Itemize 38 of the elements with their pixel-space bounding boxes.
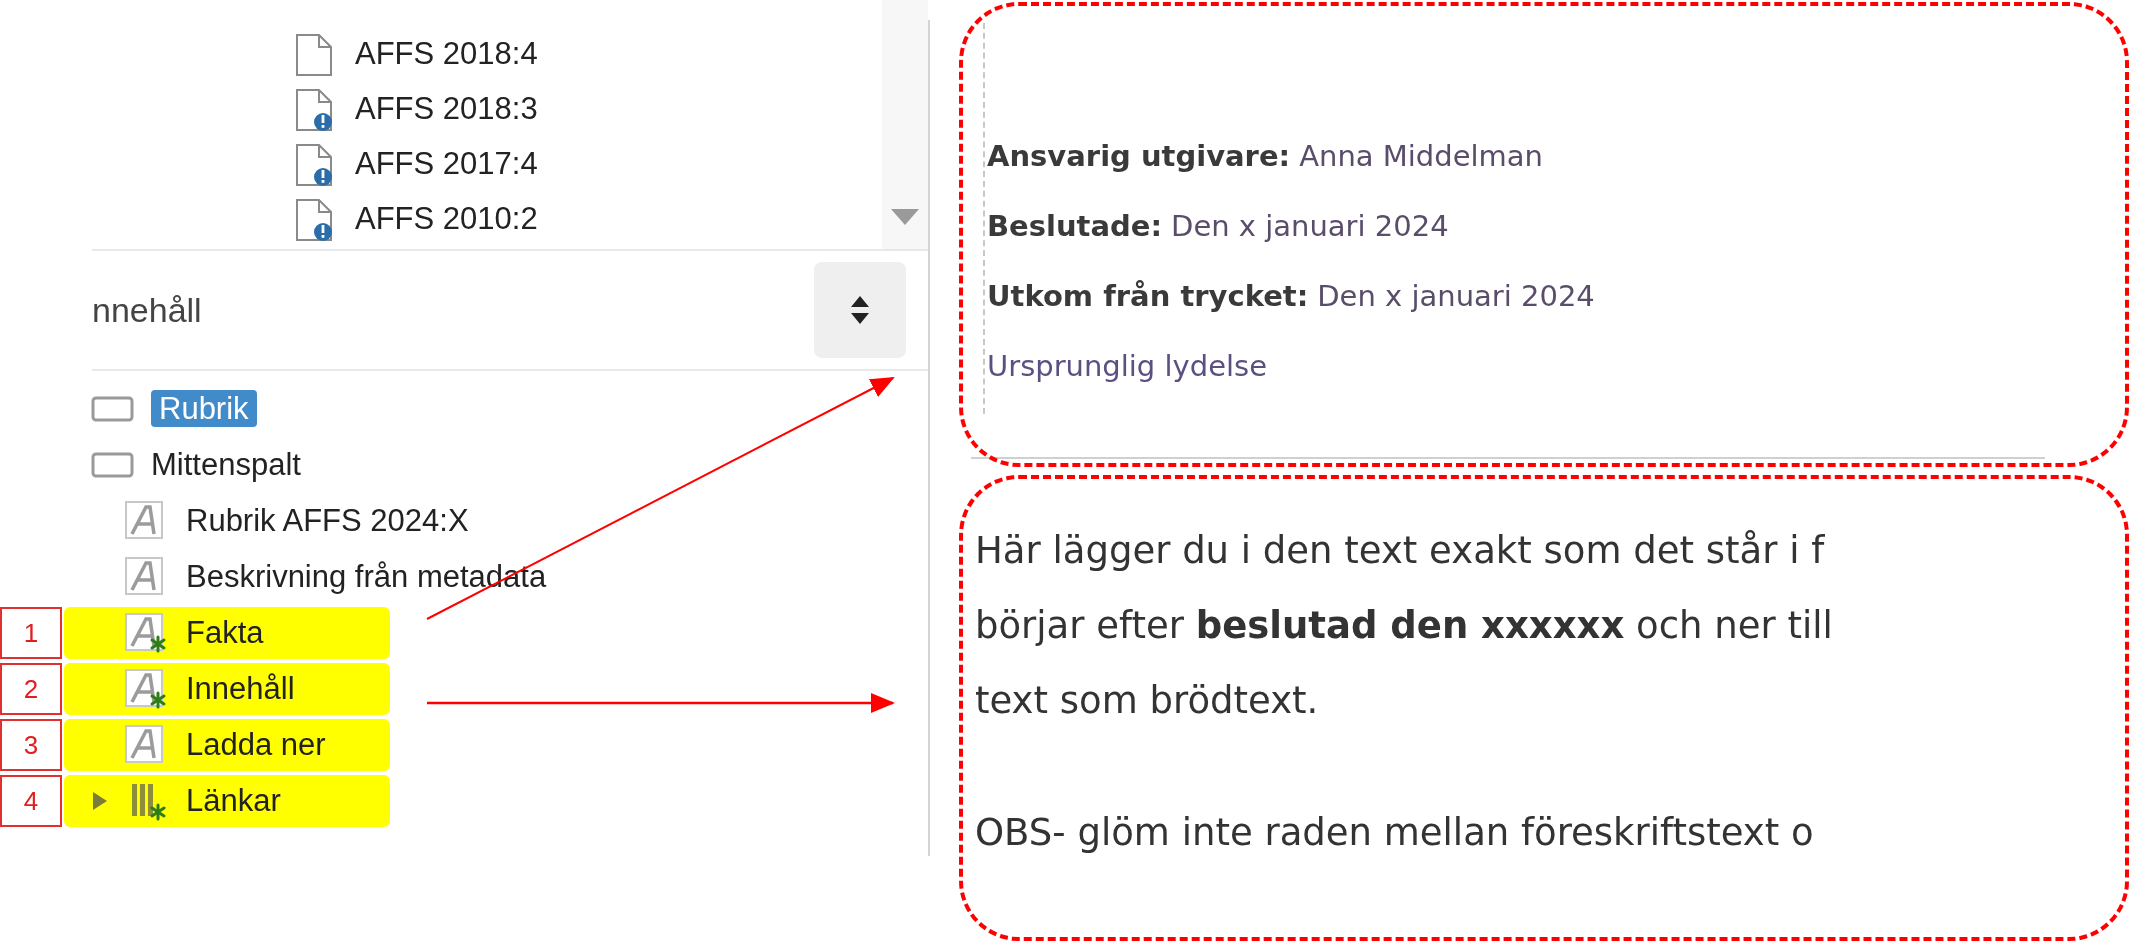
body-paragraph: Här lägger du i den text exakt som det står i f börjar efter beslutad den xxxxxx och ner till text som brödtext. [975, 528, 1834, 724]
document-alert-icon [295, 87, 335, 132]
document-icon [295, 32, 335, 77]
tree-item[interactable]: Mittenspalt [64, 439, 311, 491]
step-number: 4 [0, 775, 62, 827]
fact-label: Ansvarig utgivare: [987, 138, 1291, 176]
sort-icon [850, 295, 870, 325]
tree-item[interactable]: Innehåll [64, 663, 390, 715]
fact-value: Den x januari 2024 [1317, 278, 1595, 316]
file-item[interactable]: AFFS 2010:2 [355, 196, 538, 243]
document-alert-icon [295, 197, 335, 242]
fact-label: Beslutade: [987, 208, 1163, 246]
text-element-icon [124, 668, 167, 710]
file-item[interactable]: AFFS 2018:4 [355, 31, 538, 78]
tree-item[interactable]: Länkar [64, 775, 390, 827]
tree-item[interactable]: Rubrik [64, 383, 267, 435]
fact-label: Utkom från trycket: [987, 278, 1309, 316]
tree-item[interactable]: Rubrik AFFS 2024:X [64, 495, 479, 547]
fact-value: Anna Middelman [1299, 138, 1543, 176]
frame-icon [91, 452, 134, 478]
text-element-icon [124, 612, 167, 654]
step-number: 1 [0, 607, 62, 659]
version-note: Ursprunglig lydelse [987, 348, 1267, 386]
scrollbar[interactable] [882, 0, 928, 249]
body-paragraph: OBS- glöm inte raden mellan föreskriftstext o [975, 810, 1815, 856]
file-item[interactable]: AFFS 2017:4 [355, 141, 538, 188]
sort-button[interactable] [814, 262, 906, 358]
scroll-down-icon[interactable] [891, 209, 919, 225]
panel-title: nnehåll [92, 289, 202, 331]
file-item[interactable]: AFFS 2018:3 [355, 86, 538, 133]
tree-item[interactable]: Fakta [64, 607, 390, 659]
tree-item[interactable]: Ladda ner [64, 719, 390, 771]
step-number: 3 [0, 719, 62, 771]
step-number: 2 [0, 663, 62, 715]
frame-icon [91, 396, 134, 422]
document-alert-icon [295, 142, 335, 187]
expand-triangle-icon[interactable] [91, 790, 109, 812]
fact-value: Den x januari 2024 [1171, 208, 1449, 246]
